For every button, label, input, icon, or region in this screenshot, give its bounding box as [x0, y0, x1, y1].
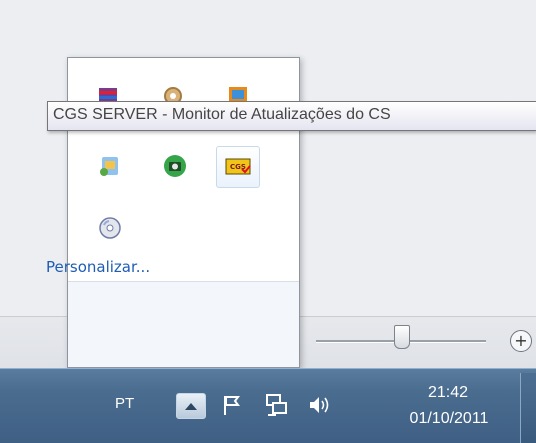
messenger-icon[interactable] — [98, 154, 122, 178]
tray-icon-tooltip: CGS SERVER - Monitor de Atualizações do … — [47, 101, 536, 131]
cd-drive-icon[interactable] — [98, 216, 122, 240]
taskbar: PT 21:42 01/10/2011 — [0, 368, 536, 443]
cgs-server-icon[interactable]: CGS — [225, 154, 251, 178]
language-indicator[interactable]: PT — [115, 395, 134, 412]
volume-icon[interactable] — [306, 391, 334, 419]
show-desktop-button[interactable] — [520, 373, 536, 443]
flyout-footer — [68, 281, 299, 367]
zoom-in-button[interactable]: + — [510, 330, 532, 352]
chevron-up-icon — [185, 403, 197, 410]
zoom-slider-thumb[interactable] — [394, 325, 410, 349]
show-hidden-icons-button[interactable] — [176, 393, 206, 419]
network-icon[interactable] — [262, 391, 290, 419]
customize-link[interactable]: Personalizar... — [46, 258, 150, 276]
action-center-flag-icon[interactable] — [218, 391, 246, 419]
clock-time[interactable]: 21:42 — [418, 384, 478, 402]
camera-icon[interactable] — [163, 154, 187, 178]
clock-date[interactable]: 01/10/2011 — [397, 410, 501, 428]
